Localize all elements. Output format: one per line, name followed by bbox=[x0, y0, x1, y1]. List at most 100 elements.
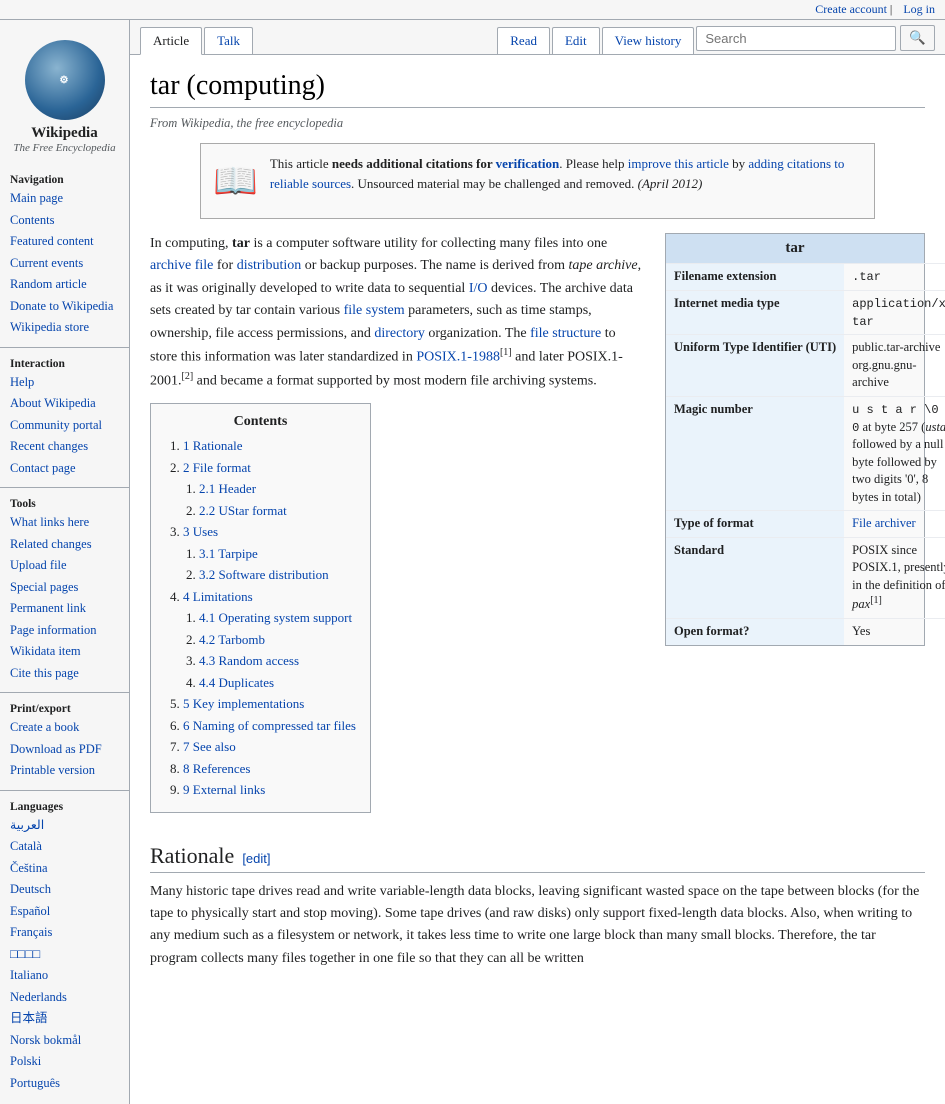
toc-link-4-3[interactable]: 4.3 Random access bbox=[199, 653, 299, 668]
sidebar-item-wikidata[interactable]: Wikidata item bbox=[10, 641, 119, 663]
infobox-label-filename: Filename extension bbox=[666, 264, 844, 291]
infobox-row-magic: Magic number u s t a r \0 0 0 at byte 25… bbox=[666, 396, 945, 511]
search-button[interactable]: 🔍 bbox=[900, 25, 935, 51]
infobox-title: tar bbox=[666, 234, 924, 263]
sidebar-item-contact[interactable]: Contact page bbox=[10, 458, 119, 480]
create-account-link[interactable]: Create account bbox=[815, 2, 887, 16]
sidebar-lang-catala[interactable]: Català bbox=[10, 836, 119, 858]
toc-item-4-2: 4.2 Tarbomb bbox=[199, 630, 356, 650]
sidebar-tools: Tools What links here Related changes Up… bbox=[0, 498, 129, 684]
toc-link-3[interactable]: 3 Uses bbox=[183, 524, 218, 539]
toc-item-6: 6 Naming of compressed tar files bbox=[183, 716, 356, 736]
archive-file-link[interactable]: archive file bbox=[150, 258, 213, 273]
sidebar-item-cite[interactable]: Cite this page bbox=[10, 663, 119, 685]
sidebar-item-about[interactable]: About Wikipedia bbox=[10, 393, 119, 415]
toc-link-2-2[interactable]: 2.2 UStar format bbox=[199, 503, 287, 518]
sidebar-item-random-article[interactable]: Random article bbox=[10, 274, 119, 296]
sidebar-lang-norsk[interactable]: Norsk bokmål bbox=[10, 1030, 119, 1052]
file-system-link[interactable]: file system bbox=[344, 303, 405, 318]
wikipedia-wordmark: Wikipedia bbox=[5, 125, 124, 142]
sidebar-item-help[interactable]: Help bbox=[10, 372, 119, 394]
toc-link-2-1[interactable]: 2.1 Header bbox=[199, 481, 256, 496]
sidebar-item-related-changes[interactable]: Related changes bbox=[10, 534, 119, 556]
sidebar-lang-japanese[interactable]: 日本語 bbox=[10, 1008, 119, 1030]
tab-talk[interactable]: Talk bbox=[204, 27, 253, 54]
article: tar (computing) From Wikipedia, the free… bbox=[130, 55, 945, 1104]
sidebar-lang-italiano[interactable]: Italiano bbox=[10, 965, 119, 987]
toc-title: Contents bbox=[165, 414, 356, 430]
toc-link-3-1[interactable]: 3.1 Tarpipe bbox=[199, 546, 258, 561]
toc-link-4-4[interactable]: 4.4 Duplicates bbox=[199, 675, 274, 690]
infobox-row-uti: Uniform Type Identifier (UTI) public.tar… bbox=[666, 335, 945, 397]
improve-article-link[interactable]: improve this article bbox=[628, 156, 729, 171]
toc-link-4[interactable]: 4 Limitations bbox=[183, 589, 253, 604]
sidebar-lang-deutsch[interactable]: Deutsch bbox=[10, 879, 119, 901]
tab-edit[interactable]: Edit bbox=[552, 27, 600, 54]
file-structure-link[interactable]: file structure bbox=[530, 326, 601, 341]
tab-view-history[interactable]: View history bbox=[602, 27, 695, 54]
nav-label: Navigation bbox=[10, 174, 119, 186]
sidebar-item-main-page[interactable]: Main page bbox=[10, 188, 119, 210]
toc-link-9[interactable]: 9 External links bbox=[183, 782, 265, 797]
sidebar-item-permanent-link[interactable]: Permanent link bbox=[10, 598, 119, 620]
toc-item-8: 8 References bbox=[183, 759, 356, 779]
directory-link[interactable]: directory bbox=[374, 326, 425, 341]
article-subtitle: From Wikipedia, the free encyclopedia bbox=[150, 116, 925, 131]
sidebar-item-upload[interactable]: Upload file bbox=[10, 555, 119, 577]
notice-box: 📖 This article needs additional citation… bbox=[200, 143, 875, 219]
posix-link[interactable]: POSIX.1-1988 bbox=[416, 350, 500, 365]
toc-link-4-2[interactable]: 4.2 Tarbomb bbox=[199, 632, 265, 647]
infobox-row-media-type: Internet media type application/x-tar bbox=[666, 290, 945, 335]
tab-article[interactable]: Article bbox=[140, 27, 202, 55]
sidebar-item-donate[interactable]: Donate to Wikipedia bbox=[10, 296, 119, 318]
infobox-value-standard: POSIX since POSIX.1, presently in the de… bbox=[844, 537, 945, 618]
toc-link-3-2[interactable]: 3.2 Software distribution bbox=[199, 567, 329, 582]
toc-link-7[interactable]: 7 See also bbox=[183, 739, 236, 754]
tools-label: Tools bbox=[10, 498, 119, 510]
log-in-link[interactable]: Log in bbox=[903, 2, 935, 16]
io-link[interactable]: I/O bbox=[469, 281, 488, 296]
distribution-link[interactable]: distribution bbox=[237, 258, 302, 273]
tab-read[interactable]: Read bbox=[497, 27, 550, 54]
sidebar-item-page-info[interactable]: Page information bbox=[10, 620, 119, 642]
sidebar-item-current-events[interactable]: Current events bbox=[10, 253, 119, 275]
sidebar-item-create-book[interactable]: Create a book bbox=[10, 717, 119, 739]
toc-link-5[interactable]: 5 Key implementations bbox=[183, 696, 304, 711]
sidebar-item-printable[interactable]: Printable version bbox=[10, 760, 119, 782]
toc-link-8[interactable]: 8 References bbox=[183, 761, 251, 776]
infobox-label-open: Open format? bbox=[666, 619, 844, 645]
sidebar-lang-arabic[interactable]: العربية bbox=[10, 815, 119, 837]
wikipedia-tagline: The Free Encyclopedia bbox=[5, 142, 124, 154]
toc-link-1[interactable]: 1 Rationale bbox=[183, 438, 243, 453]
top-bar: Create account | Log in bbox=[0, 0, 945, 20]
sidebar-lang-nederlands[interactable]: Nederlands bbox=[10, 987, 119, 1009]
sidebar-item-featured-content[interactable]: Featured content bbox=[10, 231, 119, 253]
toc-link-4-1[interactable]: 4.1 Operating system support bbox=[199, 610, 352, 625]
file-archiver-link[interactable]: File archiver bbox=[852, 516, 916, 530]
toc-item-9: 9 External links bbox=[183, 780, 356, 800]
toc-item-4-1: 4.1 Operating system support bbox=[199, 608, 356, 628]
search-input[interactable] bbox=[696, 26, 896, 51]
sidebar-item-contents[interactable]: Contents bbox=[10, 210, 119, 232]
sidebar-item-recent-changes[interactable]: Recent changes bbox=[10, 436, 119, 458]
toc-link-6[interactable]: 6 Naming of compressed tar files bbox=[183, 718, 356, 733]
toc-item-2-1: 2.1 Header bbox=[199, 479, 356, 499]
article-title: tar (computing) bbox=[150, 70, 925, 108]
toc-link-2[interactable]: 2 File format bbox=[183, 460, 251, 475]
sidebar-lang-portugues[interactable]: Português bbox=[10, 1073, 119, 1095]
sidebar-item-store[interactable]: Wikipedia store bbox=[10, 317, 119, 339]
sidebar-item-special-pages[interactable]: Special pages bbox=[10, 577, 119, 599]
infobox-row-standard: Standard POSIX since POSIX.1, presently … bbox=[666, 537, 945, 618]
sidebar-lang-espanol[interactable]: Español bbox=[10, 901, 119, 923]
sidebar-item-community-portal[interactable]: Community portal bbox=[10, 415, 119, 437]
sidebar-item-download-pdf[interactable]: Download as PDF bbox=[10, 739, 119, 761]
verification-link[interactable]: verification bbox=[496, 156, 560, 171]
sidebar-lang-polski[interactable]: Polski bbox=[10, 1051, 119, 1073]
rationale-edit-link[interactable]: [edit] bbox=[242, 851, 270, 866]
search-area: 🔍 bbox=[696, 25, 935, 51]
infobox-value-type: File archiver bbox=[844, 511, 945, 538]
sidebar-item-what-links[interactable]: What links here bbox=[10, 512, 119, 534]
sidebar-lang-francais[interactable]: Français bbox=[10, 922, 119, 944]
sidebar-lang-japanese-sq[interactable]: □□□□ bbox=[10, 944, 119, 966]
sidebar-lang-cestina[interactable]: Čeština bbox=[10, 858, 119, 880]
